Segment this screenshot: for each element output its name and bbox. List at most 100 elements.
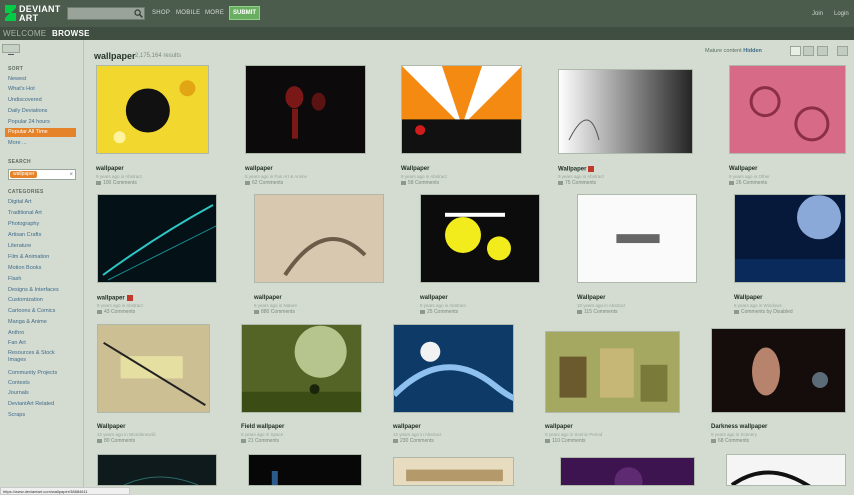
category-item[interactable]: Literature (8, 243, 31, 250)
category-item[interactable]: Flash (8, 276, 21, 283)
sort-popular-24h[interactable]: Popular 24 hours (8, 119, 50, 126)
comment-count[interactable]: 25 Comments (420, 309, 458, 315)
deviation-title[interactable]: Wallpaper (97, 424, 125, 430)
category-item[interactable]: Anthro (8, 330, 24, 337)
deviation-thumbnail[interactable] (241, 324, 362, 413)
deviation-thumbnail[interactable] (729, 65, 846, 154)
sort-whats-hot[interactable]: What's Hot (8, 86, 35, 93)
category-item[interactable]: DeviantArt Related (8, 401, 54, 408)
category-item[interactable]: Customization (8, 297, 43, 304)
deviation-title[interactable]: Field wallpaper (241, 424, 284, 430)
category-item[interactable]: Traditional Art (8, 210, 42, 217)
tab-welcome[interactable]: WELCOME (3, 28, 46, 39)
deviation-thumbnail[interactable] (420, 194, 540, 283)
comment-count[interactable]: 880 Comments (254, 309, 295, 315)
category-item[interactable]: Cartoons & Comics (8, 308, 55, 315)
join-link[interactable]: Join (812, 11, 823, 17)
category-item[interactable]: Photography (8, 221, 39, 228)
sort-undiscovered[interactable]: Undiscovered (8, 97, 42, 104)
deviation-title[interactable]: Wallpaper (734, 295, 762, 301)
deviation-thumbnail[interactable] (560, 457, 695, 486)
comment-count[interactable]: 230 Comments (393, 438, 434, 444)
comment-count[interactable]: 75 Comments (558, 180, 596, 186)
category-item[interactable]: Motion Books (8, 265, 41, 272)
settings-button[interactable] (837, 46, 848, 56)
comment-count[interactable]: 62 Comments (245, 180, 283, 186)
comment-count[interactable]: 43 Comments (97, 309, 135, 315)
comment-count[interactable]: 21 Comments (241, 438, 279, 444)
deviation-thumbnail[interactable] (393, 324, 514, 413)
mature-filter[interactable]: Mature content Hidden (705, 48, 762, 54)
comment-count[interactable]: 58 Comments (401, 180, 439, 186)
sort-popular-all-time[interactable]: Popular All Time (5, 128, 76, 137)
category-item[interactable]: Manga & Anime (8, 319, 47, 326)
deviation-thumbnail[interactable] (97, 194, 217, 283)
deviation-thumbnail[interactable] (97, 324, 210, 413)
category-item[interactable]: Film & Animation (8, 254, 49, 261)
comment-count[interactable]: 68 Comments (711, 438, 749, 444)
deviation-title[interactable]: Wallpaper (729, 166, 757, 172)
deviation-title[interactable]: wallpaper (545, 424, 573, 430)
deviation-title-text: wallpaper (393, 424, 421, 430)
deviation-thumbnail[interactable] (726, 454, 846, 486)
comment-count[interactable]: 80 Comments (97, 438, 135, 444)
deviation-thumbnail[interactable] (734, 194, 846, 283)
deviation-thumbnail[interactable] (558, 69, 693, 154)
compact-view-button[interactable] (803, 46, 814, 56)
nav-shop[interactable]: SHOP (152, 10, 170, 16)
comment-count[interactable]: 100 Comments (96, 180, 137, 186)
deviation-title[interactable]: Wallpaper (577, 295, 605, 301)
nav-mobile[interactable]: MOBILE (176, 10, 200, 16)
category-item[interactable]: Community Projects (8, 370, 57, 377)
category-item[interactable]: Contests (8, 380, 30, 387)
deviation-thumbnail[interactable] (254, 194, 384, 283)
deviation-thumbnail[interactable] (245, 65, 366, 154)
category-item[interactable]: Scraps (8, 412, 25, 419)
comment-count[interactable]: 26 Comments (729, 180, 767, 186)
deviation-title[interactable]: Wallpaper (401, 166, 429, 172)
nav-more[interactable]: MORE (205, 10, 224, 16)
comment-count[interactable]: 110 Comments (545, 438, 586, 444)
sort-daily-deviations[interactable]: Daily Deviations (8, 108, 47, 115)
comment-count[interactable]: Comments by Disabled (734, 309, 793, 315)
deviation-title[interactable]: wallpaper (96, 166, 124, 172)
grid-view-button[interactable] (790, 46, 801, 56)
category-item[interactable]: Journals (8, 390, 29, 397)
deviation-thumbnail[interactable] (711, 328, 846, 413)
deviation-title[interactable]: Darkness wallpaper (711, 424, 767, 430)
comment-count[interactable]: 115 Comments (577, 309, 618, 315)
category-item[interactable]: Fan Art (8, 340, 26, 347)
deviation-title[interactable]: wallpaper (393, 424, 421, 430)
sidebar-toggle-button[interactable] (2, 44, 20, 55)
deviation-title[interactable]: wallpaper (245, 166, 273, 172)
search-input[interactable] (67, 7, 145, 20)
deviation-thumbnail[interactable] (577, 194, 697, 283)
deviation-thumbnail[interactable] (248, 454, 362, 486)
tab-browse[interactable]: BROWSE (52, 28, 90, 39)
login-link[interactable]: Login (834, 11, 849, 17)
deviation-title[interactable]: Wallpaper (558, 166, 595, 173)
sort-more[interactable]: More ... (8, 140, 27, 147)
submit-button[interactable]: SUBMIT (229, 6, 260, 20)
sort-newest[interactable]: Newest (8, 76, 26, 83)
search-tag[interactable]: wallpaper (10, 171, 38, 178)
deviation-title[interactable]: wallpaper (254, 295, 282, 301)
deviation-meta: 10 years ago in Abstract (577, 303, 626, 308)
category-item[interactable]: Artisan Crafts (8, 232, 41, 239)
clear-icon[interactable]: × (69, 171, 73, 179)
deviation-title[interactable]: wallpaper (97, 295, 133, 302)
deviation-title[interactable]: wallpaper (420, 295, 448, 301)
deviation-thumbnail[interactable] (97, 454, 217, 486)
category-item[interactable]: Designs & Interfaces (8, 287, 59, 294)
list-view-button[interactable] (817, 46, 828, 56)
deviantart-logo[interactable]: DEVIANT ART (4, 3, 60, 25)
deviation-thumbnail[interactable] (401, 65, 522, 154)
category-item[interactable]: Resources & Stock Images (8, 350, 68, 364)
sidebar-search-field[interactable]: wallpaper × (8, 169, 76, 180)
category-item[interactable]: Digital Art (8, 199, 32, 206)
deviation-thumbnail[interactable] (545, 331, 680, 413)
deviation-thumbnail[interactable] (393, 457, 514, 486)
deviation-thumbnail[interactable] (96, 65, 209, 154)
mature-state[interactable]: Hidden (743, 48, 762, 54)
search-icon[interactable] (134, 9, 143, 18)
